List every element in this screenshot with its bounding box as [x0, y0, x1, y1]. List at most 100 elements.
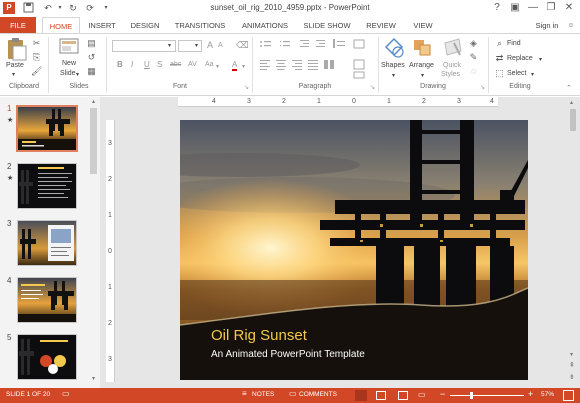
italic-button[interactable]: I [131, 60, 133, 69]
comments-button[interactable]: COMMENTS [299, 391, 337, 398]
paste-button[interactable]: Paste [6, 62, 24, 69]
slide-thumbnail-5[interactable] [17, 334, 77, 380]
slide-thumbnail-2[interactable] [17, 163, 77, 209]
font-color-dropdown-icon[interactable]: ▾ [242, 63, 245, 70]
slide-sorter-view-icon[interactable] [376, 391, 386, 400]
layout-icon[interactable]: ▤ [86, 38, 97, 49]
zoom-slider[interactable] [450, 395, 524, 396]
zoom-out-icon[interactable]: − [440, 389, 445, 399]
quick-styles-label-2[interactable]: Styles [441, 71, 460, 78]
slide-subtitle[interactable]: An Animated PowerPoint Template [211, 349, 365, 360]
paragraph-dialog-launcher-icon[interactable]: ↘ [370, 84, 375, 91]
zoom-slider-thumb[interactable] [470, 392, 474, 399]
cut-icon[interactable]: ✂ [31, 38, 42, 49]
select-dropdown-icon[interactable]: ▾ [531, 71, 534, 78]
new-slide-label-1[interactable]: New [62, 60, 76, 67]
quick-styles-label-1[interactable]: Quick [443, 62, 461, 69]
reset-icon[interactable]: ↺ [86, 52, 97, 63]
tab-review[interactable]: REVIEW [360, 17, 402, 34]
quick-styles-icon[interactable] [442, 37, 464, 59]
arrange-button[interactable]: Arrange [409, 62, 434, 69]
tab-home[interactable]: HOME [42, 17, 80, 34]
scroll-up-icon[interactable]: ▴ [570, 99, 573, 106]
reading-view-icon[interactable] [398, 391, 408, 400]
change-case-button[interactable]: Aa [205, 61, 214, 68]
slide-show-view-icon[interactable]: ▭ [418, 390, 428, 400]
slide-thumbnail-4[interactable] [17, 277, 77, 323]
normal-view-icon[interactable] [355, 390, 367, 401]
font-name-dropdown-icon[interactable]: ▾ [168, 42, 171, 49]
font-size-dropdown-icon[interactable]: ▾ [195, 42, 198, 49]
shape-outline-icon[interactable]: ✎ [468, 52, 479, 63]
find-button[interactable]: Find [507, 40, 521, 47]
zoom-in-icon[interactable]: + [528, 389, 533, 399]
tab-view[interactable]: VIEW [406, 17, 440, 34]
paste-dropdown-icon[interactable]: ▾ [12, 71, 15, 78]
slide-title[interactable]: Oil Rig Sunset [211, 327, 307, 344]
strikethrough-button[interactable]: abc [170, 61, 181, 68]
shape-fill-icon[interactable]: ◈ [468, 38, 479, 49]
slide-canvas[interactable]: Oil Rig Sunset An Animated PowerPoint Te… [180, 120, 528, 380]
shape-effects-icon[interactable]: ◌ [468, 66, 479, 77]
scroll-thumb[interactable] [90, 108, 97, 174]
clear-formatting-icon[interactable]: ⌫ [236, 40, 249, 51]
grow-font-icon[interactable]: A [207, 40, 213, 50]
underline-button[interactable]: U [144, 60, 150, 69]
thumbnail-scrollbar[interactable]: ▴ ▾ [89, 99, 98, 383]
shapes-dropdown-icon[interactable]: ▾ [392, 72, 395, 79]
replace-icon[interactable]: ⇄ [494, 53, 505, 64]
collapse-ribbon-icon[interactable]: ⌃ [566, 84, 572, 92]
help-button[interactable]: ? [490, 1, 504, 15]
tab-transitions[interactable]: TRANSITIONS [170, 17, 230, 34]
replace-dropdown-icon[interactable]: ▾ [539, 56, 542, 63]
character-spacing-button[interactable]: AV [188, 61, 197, 68]
font-size-field[interactable] [178, 40, 202, 52]
shrink-font-icon[interactable]: A [218, 42, 223, 49]
close-button[interactable]: ✕ [562, 1, 576, 15]
arrange-dropdown-icon[interactable]: ▾ [421, 72, 424, 79]
tab-insert[interactable]: INSERT [84, 17, 120, 34]
zoom-level[interactable]: 57% [541, 391, 554, 398]
select-button[interactable]: Select [507, 70, 526, 77]
new-slide-icon[interactable] [58, 37, 82, 59]
tab-animations[interactable]: ANIMATIONS [235, 17, 295, 34]
sign-in-link[interactable]: Sign in [530, 17, 564, 34]
font-dialog-launcher-icon[interactable]: ↘ [244, 84, 249, 91]
shapes-icon[interactable] [383, 37, 407, 59]
font-name-field[interactable] [112, 40, 176, 52]
spell-check-icon[interactable]: ▭ [62, 389, 70, 398]
scroll-down-icon[interactable]: ▾ [570, 351, 573, 358]
notes-icon[interactable]: ≡ [242, 389, 247, 398]
scroll-up-icon[interactable]: ▴ [90, 99, 97, 106]
section-icon[interactable]: ▦ [86, 66, 97, 77]
notes-button[interactable]: NOTES [252, 391, 274, 398]
comments-icon[interactable]: ▭ [289, 389, 297, 398]
find-icon[interactable]: ⌕ [494, 38, 505, 49]
new-slide-dropdown-icon[interactable]: ▾ [76, 71, 79, 78]
replace-button[interactable]: Replace [507, 55, 533, 62]
next-slide-icon[interactable]: ⇟ [569, 373, 575, 381]
user-icon[interactable]: ☺ [564, 17, 578, 34]
ribbon-display-options-icon[interactable]: ▣ [508, 1, 522, 15]
tab-design[interactable]: DESIGN [124, 17, 166, 34]
fit-slide-icon[interactable] [563, 390, 574, 401]
minimize-button[interactable]: — [526, 1, 540, 15]
copy-icon[interactable]: ⎘ [31, 52, 42, 63]
previous-slide-icon[interactable]: ⇞ [569, 361, 575, 369]
new-slide-label-2[interactable]: Slide [60, 70, 76, 77]
scroll-thumb[interactable] [570, 109, 576, 131]
bold-button[interactable]: B [117, 60, 123, 69]
tab-file[interactable]: FILE [0, 17, 36, 34]
editor-scrollbar[interactable]: ▴ ▾ ⇞ ⇟ [568, 97, 578, 387]
slide-thumbnail-1[interactable] [16, 105, 78, 152]
arrange-icon[interactable] [412, 37, 434, 59]
shadow-button[interactable]: S [157, 60, 162, 69]
shapes-button[interactable]: Shapes [381, 62, 405, 69]
tab-slide-show[interactable]: SLIDE SHOW [300, 17, 354, 34]
select-icon[interactable]: ⬚ [494, 68, 505, 79]
font-color-button[interactable]: A [232, 60, 238, 71]
restore-button[interactable]: ❐ [544, 1, 558, 15]
slide-thumbnail-3[interactable] [17, 220, 77, 266]
change-case-dropdown-icon[interactable]: ▾ [216, 63, 219, 70]
scroll-down-icon[interactable]: ▾ [90, 376, 97, 383]
